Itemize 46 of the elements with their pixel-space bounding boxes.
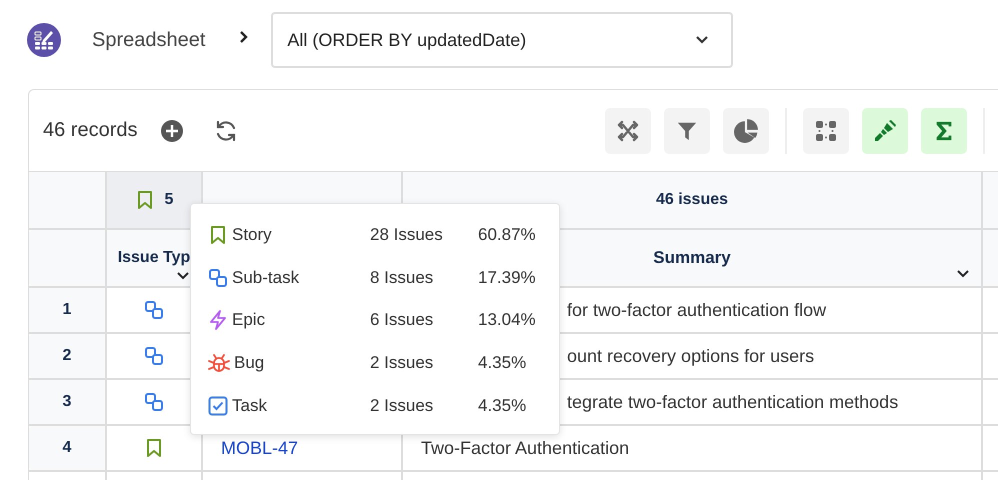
bookmark-icon <box>144 438 164 458</box>
chevron-down-icon <box>957 270 969 278</box>
percentage: 4.35% <box>478 353 526 374</box>
shuffle-icon <box>616 118 640 142</box>
toolbar-button[interactable] <box>664 108 710 154</box>
percentage: 17.39% <box>478 268 536 288</box>
row-number: 2 <box>29 334 107 380</box>
chevron-right-icon <box>239 30 250 44</box>
linked-squares-icon <box>144 392 164 412</box>
bug-icon <box>208 353 230 374</box>
toolbar-button[interactable] <box>723 108 769 154</box>
bookmark-icon <box>208 225 228 246</box>
linked-squares-icon <box>144 300 164 320</box>
issue-key-link[interactable]: MOBL-47 <box>221 438 298 458</box>
view-dropdown[interactable]: All (ORDER BY updatedDate) <box>271 12 734 68</box>
type-label: Bug <box>234 353 264 374</box>
type-count: 5 <box>164 191 174 209</box>
type-label: Sub-task <box>232 268 300 288</box>
percentage: 4.35% <box>478 396 526 416</box>
toolbar-button[interactable] <box>921 108 967 154</box>
linked-squares-icon <box>144 346 164 366</box>
percentage: 13.04% <box>478 310 536 330</box>
plus-icon <box>160 118 184 142</box>
brush-icon <box>873 118 897 142</box>
chevron-down-icon <box>695 35 710 45</box>
row-number: 3 <box>29 380 107 426</box>
row-number: 1 <box>29 288 107 334</box>
chevron-down-icon <box>177 272 189 280</box>
column-title: Summary <box>653 248 731 268</box>
toolbar-button[interactable] <box>862 108 908 154</box>
checkbox-icon <box>208 396 228 416</box>
lightning-icon <box>208 310 228 330</box>
record-count: 46 records <box>43 119 138 142</box>
toolbar-button[interactable] <box>803 108 849 154</box>
pie-chart-icon <box>733 118 759 144</box>
spreadsheet-logo-icon <box>27 23 61 57</box>
type-label: Story <box>232 225 272 246</box>
type-label: Epic <box>232 310 266 330</box>
row-number: 4 <box>29 426 107 472</box>
toolbar-button[interactable] <box>605 108 651 154</box>
type-label: Task <box>232 396 267 416</box>
column-title: Issue Typ <box>118 249 190 267</box>
linked-squares-icon <box>208 268 228 288</box>
breadcrumb-link[interactable]: Spreadsheet <box>92 28 206 52</box>
header-cell <box>983 230 998 288</box>
dots-grid-icon <box>814 118 838 142</box>
